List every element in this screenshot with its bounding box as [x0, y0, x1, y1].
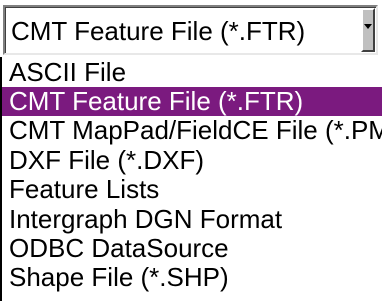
list-item-shape-file[interactable]: Shape File (*.SHP)	[2, 263, 382, 292]
list-item-cmt-mappad-file[interactable]: CMT MapPad/FieldCE File (*.PM	[2, 116, 382, 145]
chevron-down-icon	[364, 24, 372, 29]
dropdown-button[interactable]	[361, 8, 375, 52]
combobox-field[interactable]: CMT Feature File (*.FTR)	[5, 7, 376, 53]
format-combobox[interactable]: CMT Feature File (*.FTR)	[3, 5, 378, 55]
combobox-selected-value: CMT Feature File (*.FTR)	[11, 16, 306, 46]
list-item-cmt-feature-file[interactable]: CMT Feature File (*.FTR)	[2, 87, 382, 116]
list-item-odbc-datasource[interactable]: ODBC DataSource	[2, 234, 382, 263]
dropdown-list[interactable]: ASCII File CMT Feature File (*.FTR) CMT …	[0, 57, 382, 301]
list-item-ascii-file[interactable]: ASCII File	[2, 58, 382, 87]
list-item-feature-lists[interactable]: Feature Lists	[2, 175, 382, 204]
list-item-intergraph-dgn[interactable]: Intergraph DGN Format	[2, 205, 382, 234]
list-item-dxf-file[interactable]: DXF File (*.DXF)	[2, 146, 382, 175]
